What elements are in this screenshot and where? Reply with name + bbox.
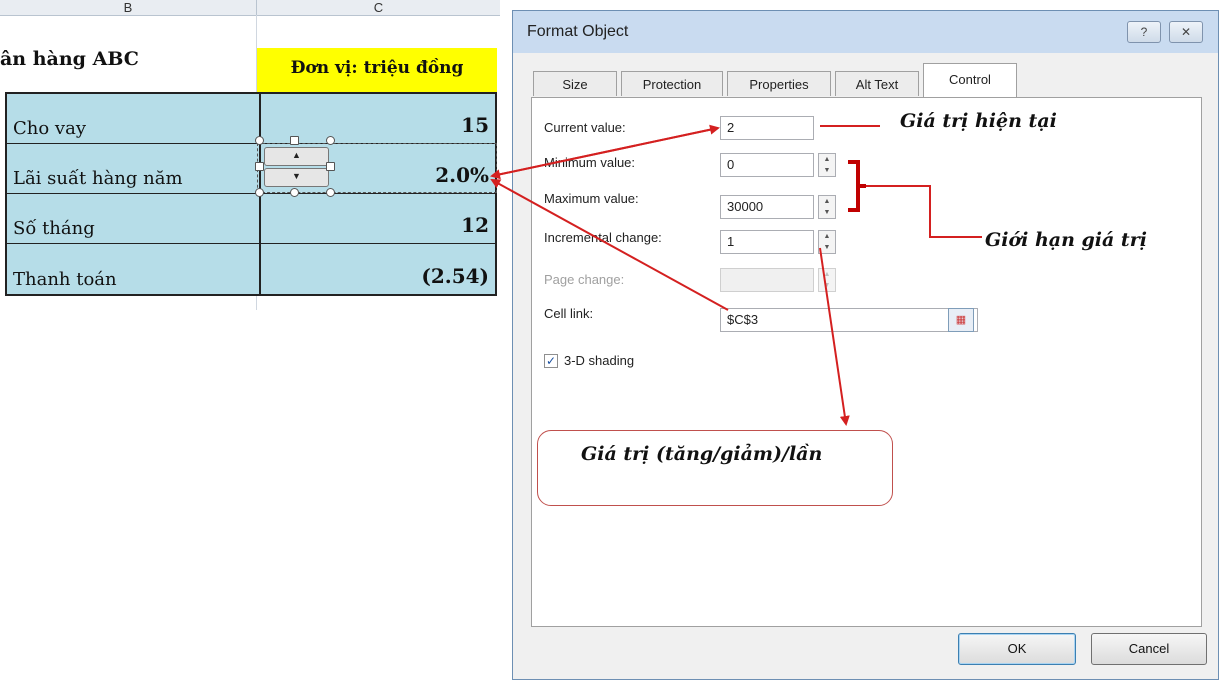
maximum-value-spinner[interactable]: ▲ ▼ bbox=[818, 195, 836, 219]
tab-alt-text[interactable]: Alt Text bbox=[835, 71, 919, 96]
table-row: Cho vay 15 bbox=[7, 94, 495, 144]
shading-label: 3-D shading bbox=[564, 353, 635, 368]
spin-down-button[interactable]: ▼ bbox=[264, 168, 329, 187]
row-value[interactable]: 12 bbox=[461, 213, 489, 237]
spin-down-icon[interactable]: ▼ bbox=[819, 165, 835, 176]
current-value-label: Current value: bbox=[544, 120, 626, 135]
cancel-button[interactable]: Cancel bbox=[1091, 633, 1207, 665]
spin-down-icon[interactable]: ▼ bbox=[819, 207, 835, 218]
page-change-input bbox=[720, 268, 814, 292]
unit-cell[interactable]: Đơn vị: triệu đồng bbox=[257, 48, 497, 92]
minimum-value-label: Minimum value: bbox=[544, 155, 636, 170]
row-label[interactable]: Số tháng bbox=[13, 218, 95, 239]
close-button[interactable]: ✕ bbox=[1169, 21, 1203, 43]
range-picker-icon[interactable]: ▦ bbox=[948, 308, 974, 332]
spin-up-icon: ▲ bbox=[823, 271, 831, 278]
table-row: Số tháng 12 bbox=[7, 194, 495, 244]
minimum-value-spinner[interactable]: ▲ ▼ bbox=[818, 153, 836, 177]
incremental-change-spinner[interactable]: ▲ ▼ bbox=[818, 230, 836, 254]
resize-handle[interactable] bbox=[326, 188, 335, 197]
resize-handle[interactable] bbox=[290, 136, 299, 145]
maximum-value-input[interactable]: 30000 bbox=[720, 195, 814, 219]
tab-protection[interactable]: Protection bbox=[621, 71, 723, 96]
spin-down-icon[interactable]: ▼ bbox=[819, 242, 835, 253]
resize-handle[interactable] bbox=[326, 162, 335, 171]
column-header-b[interactable]: B bbox=[0, 0, 257, 16]
page-change-spinner: ▲ ▼ bbox=[818, 268, 836, 292]
page-change-label: Page change: bbox=[544, 272, 625, 287]
row-label[interactable]: Lãi suất hàng năm bbox=[13, 168, 183, 189]
format-object-dialog: Format Object ? ✕ Size Protection Proper… bbox=[512, 10, 1219, 680]
resize-handle[interactable] bbox=[255, 136, 264, 145]
row-label[interactable]: Cho vay bbox=[13, 118, 86, 139]
spreadsheet: B C ân hàng ABC Đơn vị: triệu đồng Cho v… bbox=[0, 0, 500, 680]
ok-button[interactable]: OK bbox=[958, 633, 1076, 665]
control-panel: Current value: 2 Minimum value: 0 ▲ ▼ Max… bbox=[531, 97, 1202, 627]
help-button[interactable]: ? bbox=[1127, 21, 1161, 43]
cell-link-label: Cell link: bbox=[544, 306, 594, 321]
dialog-title: Format Object bbox=[527, 23, 629, 40]
incremental-change-label: Incremental change: bbox=[544, 230, 662, 245]
spin-up-icon[interactable]: ▲ bbox=[819, 196, 835, 207]
resize-handle[interactable] bbox=[255, 188, 264, 197]
spin-down-icon: ▼ bbox=[823, 282, 831, 289]
minimum-value-input[interactable]: 0 bbox=[720, 153, 814, 177]
annotation-value-limits: Giới hạn giá trị bbox=[985, 229, 1147, 251]
row-label[interactable]: Thanh toán bbox=[13, 269, 117, 290]
annotation-increment: Giá trị (tăng/giảm)/lần bbox=[581, 443, 823, 465]
tab-control[interactable]: Control bbox=[923, 63, 1017, 97]
sheet-title-cell[interactable]: ân hàng ABC bbox=[0, 48, 139, 70]
loan-table: Cho vay 15 Lãi suất hàng năm 2.0% Số thá… bbox=[5, 92, 497, 296]
current-value-input[interactable]: 2 bbox=[720, 116, 814, 140]
resize-handle[interactable] bbox=[326, 136, 335, 145]
maximum-value-label: Maximum value: bbox=[544, 191, 639, 206]
resize-handle[interactable] bbox=[255, 162, 264, 171]
dialog-title-bar[interactable]: Format Object ? ✕ bbox=[513, 11, 1218, 53]
tab-properties[interactable]: Properties bbox=[727, 71, 831, 96]
spin-up-icon[interactable]: ▲ bbox=[819, 154, 835, 165]
tab-size[interactable]: Size bbox=[533, 71, 617, 96]
cell-separator bbox=[259, 244, 261, 294]
incremental-change-input[interactable]: 1 bbox=[720, 230, 814, 254]
cell-separator bbox=[259, 194, 261, 243]
annotation-current-value: Giá trị hiện tại bbox=[900, 110, 1057, 132]
cell-link-input[interactable]: $C$3 bbox=[720, 308, 978, 332]
column-header-c[interactable]: C bbox=[257, 0, 500, 16]
table-row: Thanh toán (2.54) bbox=[7, 244, 495, 294]
resize-handle[interactable] bbox=[290, 188, 299, 197]
shading-checkbox[interactable]: ✓ bbox=[544, 354, 558, 368]
spin-up-button[interactable]: ▲ bbox=[264, 147, 329, 166]
row-value[interactable]: (2.54) bbox=[421, 264, 489, 288]
increment-callout-box bbox=[537, 430, 893, 506]
row-value[interactable]: 15 bbox=[461, 113, 489, 137]
spin-up-icon[interactable]: ▲ bbox=[819, 231, 835, 242]
